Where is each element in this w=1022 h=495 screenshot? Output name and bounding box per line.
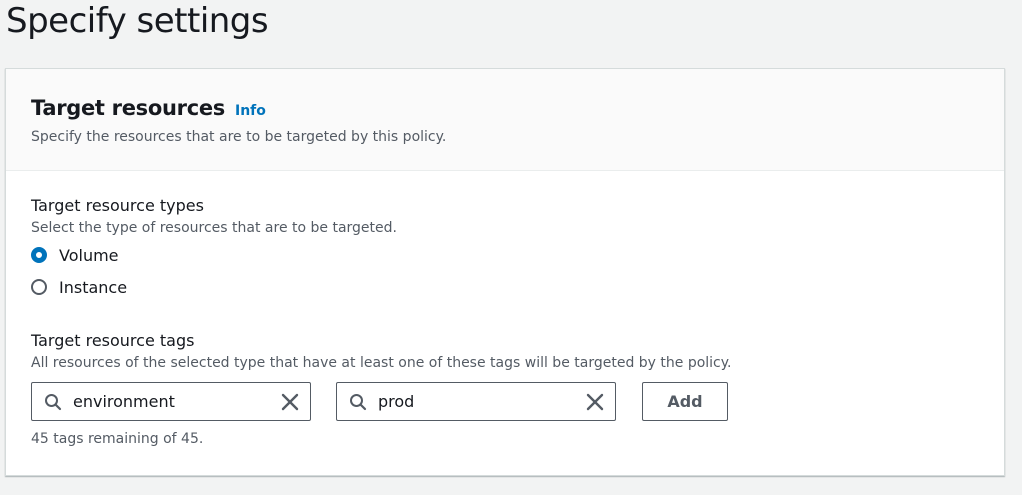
panel-description: Specify the resources that are to be tar… xyxy=(31,129,447,145)
resource-tags-section: Target resource tags All resources of th… xyxy=(31,330,1004,448)
panel-title-row: Target resources Info xyxy=(31,94,1004,122)
resource-type-radio-group: Volume Instance xyxy=(31,239,1004,303)
tag-key-input[interactable] xyxy=(73,392,263,411)
page-title: Specify settings xyxy=(6,1,269,41)
info-link[interactable]: Info xyxy=(235,103,266,119)
search-icon xyxy=(350,393,367,410)
close-icon[interactable] xyxy=(585,392,605,412)
radio-unchecked-icon[interactable] xyxy=(31,279,47,295)
radio-option-volume[interactable]: Volume xyxy=(31,239,1004,271)
tag-value-field[interactable] xyxy=(336,382,616,421)
tag-value-input[interactable] xyxy=(378,392,568,411)
radio-label-volume: Volume xyxy=(59,245,119,265)
resource-types-label: Target resource types xyxy=(31,196,204,215)
tag-input-row: Add xyxy=(31,382,1004,421)
resource-types-description: Select the type of resources that are to… xyxy=(31,220,397,236)
radio-checked-icon[interactable] xyxy=(31,247,47,263)
close-icon[interactable] xyxy=(280,392,300,412)
target-resources-panel: Target resources Info Specify the resour… xyxy=(5,68,1005,476)
tags-remaining-text: 45 tags remaining of 45. xyxy=(31,431,204,447)
radio-option-instance[interactable]: Instance xyxy=(31,271,1004,303)
radio-label-instance: Instance xyxy=(59,277,128,297)
resource-tags-label: Target resource tags xyxy=(31,331,195,350)
add-tag-button[interactable]: Add xyxy=(642,382,728,421)
resource-tags-description: All resources of the selected type that … xyxy=(31,355,732,371)
panel-title: Target resources xyxy=(31,96,225,120)
panel-body: Target resource types Select the type of… xyxy=(6,171,1004,448)
tag-key-field[interactable] xyxy=(31,382,311,421)
search-icon xyxy=(45,393,62,410)
panel-header: Target resources Info Specify the resour… xyxy=(6,69,1004,171)
